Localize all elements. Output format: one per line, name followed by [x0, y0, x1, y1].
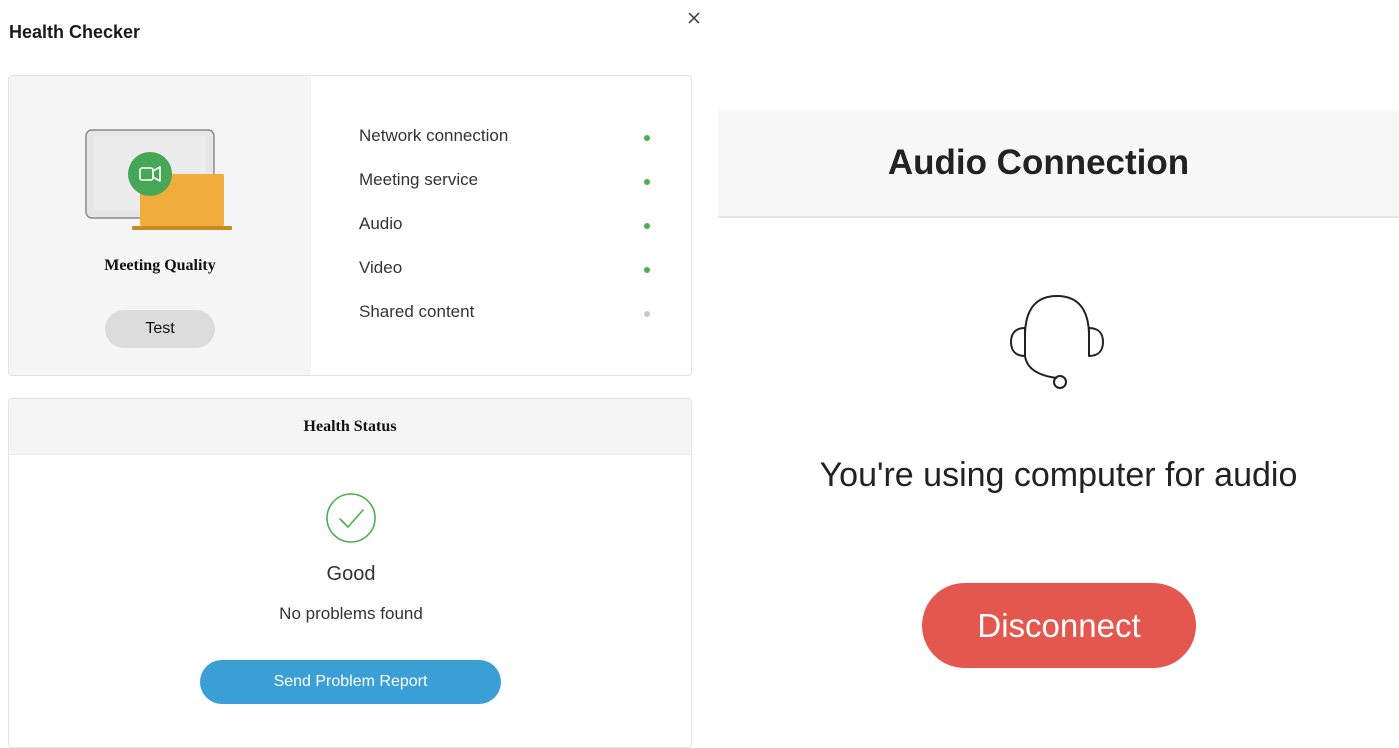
status-message: No problems found — [279, 604, 423, 623]
disconnect-button[interactable]: Disconnect — [922, 583, 1196, 668]
check-label: Shared content — [359, 302, 475, 321]
status-dot — [644, 135, 650, 141]
check-item-video: Video — [359, 258, 659, 302]
audio-status-message: You're using computer for audio — [819, 456, 1298, 494]
check-label: Audio — [359, 214, 403, 233]
check-item-shared-content: Shared content — [359, 302, 659, 346]
meeting-quality-card: Meeting Quality Test Network connection … — [8, 75, 692, 376]
check-item-audio: Audio — [359, 214, 659, 258]
send-problem-report-button[interactable]: Send Problem Report — [200, 660, 501, 704]
check-label: Video — [359, 258, 403, 277]
status-text: Good — [326, 563, 376, 585]
audio-connection-header: Audio Connection — [718, 110, 1399, 218]
status-dot — [644, 267, 650, 273]
close-button[interactable] — [684, 8, 704, 28]
meeting-quality-panel: Meeting Quality Test — [9, 76, 311, 375]
status-dot — [644, 223, 650, 229]
check-label: Network connection — [359, 126, 509, 145]
test-button[interactable]: Test — [105, 310, 215, 348]
devices-illustration — [85, 129, 232, 230]
meeting-quality-label: Meeting Quality — [104, 257, 216, 274]
check-item-network: Network connection — [359, 126, 659, 170]
headset-icon — [1010, 294, 1104, 389]
check-circle-icon — [326, 493, 376, 543]
check-label: Meeting service — [359, 170, 479, 189]
check-list: Network connection Meeting service Audio… — [359, 126, 659, 346]
health-checker-title: Health Checker — [9, 22, 141, 42]
audio-connection-title: Audio Connection — [887, 143, 1190, 182]
close-icon — [688, 12, 700, 24]
check-item-meeting-service: Meeting service — [359, 170, 659, 214]
health-status-header: Health Status — [9, 399, 691, 455]
video-camera-icon — [128, 152, 172, 196]
status-dot — [644, 311, 650, 317]
health-status-card: Health Status Good No problems found Sen… — [8, 398, 692, 748]
status-dot — [644, 179, 650, 185]
